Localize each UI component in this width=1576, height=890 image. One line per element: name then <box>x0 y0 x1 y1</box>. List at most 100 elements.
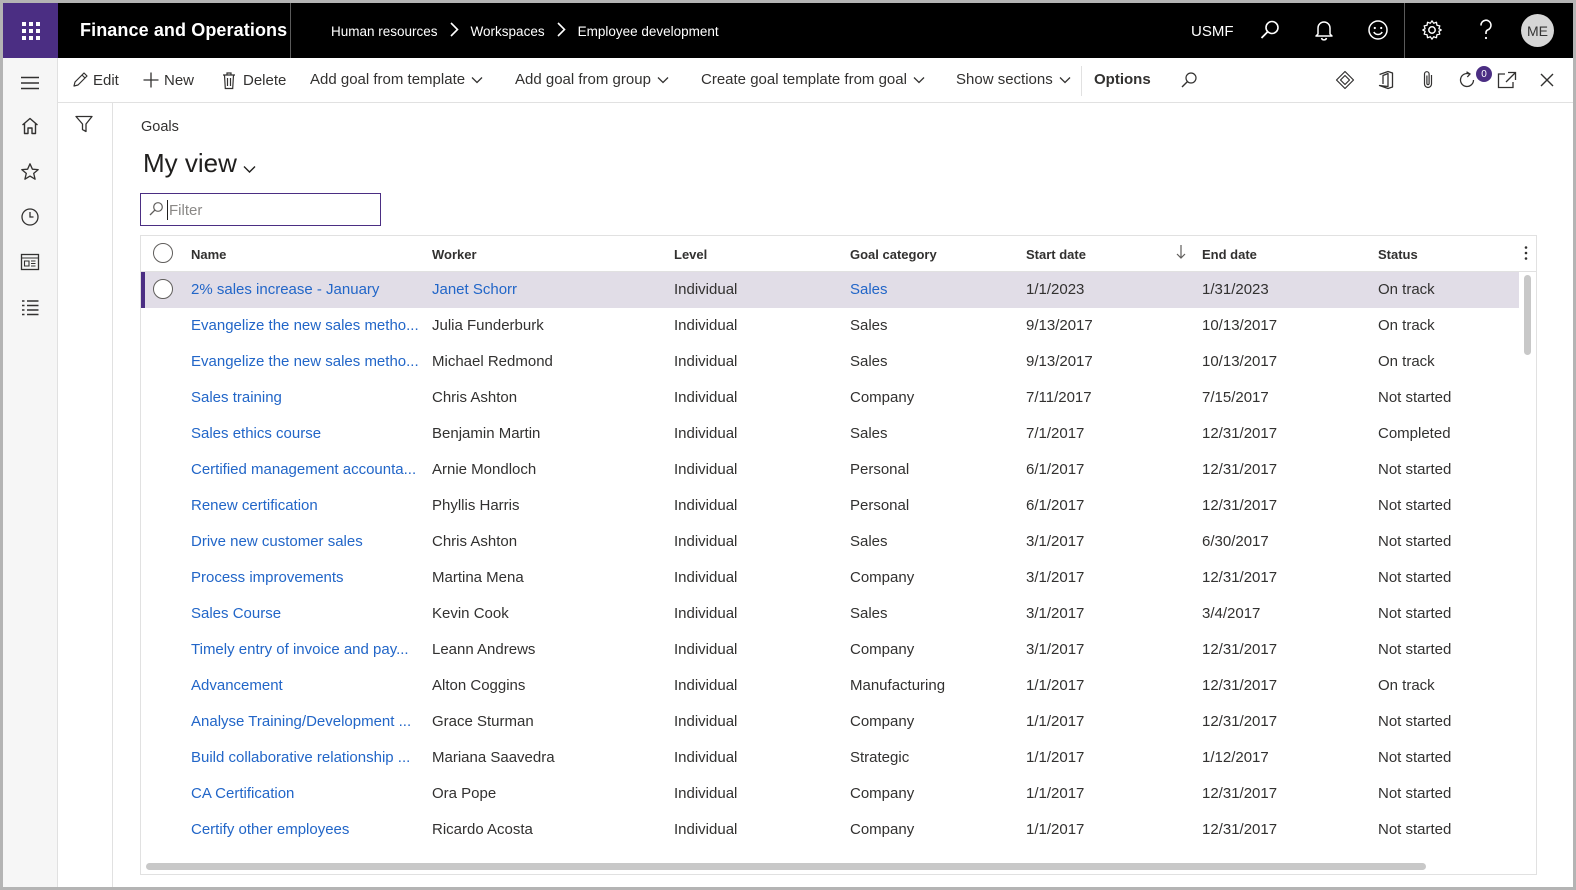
gear-icon[interactable] <box>1419 17 1445 43</box>
column-header-name[interactable]: Name <box>191 247 226 262</box>
popout-icon[interactable] <box>1495 68 1519 92</box>
table-row[interactable]: Evangelize the new sales metho... Michael… <box>141 344 1519 380</box>
bell-icon[interactable] <box>1311 17 1337 43</box>
filter-input[interactable] <box>167 200 367 220</box>
attachment-icon[interactable] <box>1416 68 1440 92</box>
vertical-scrollbar[interactable] <box>1521 272 1535 874</box>
column-header-goal-category[interactable]: Goal category <box>850 247 937 262</box>
table-row[interactable]: Evangelize the new sales metho... Julia F… <box>141 308 1519 344</box>
smiley-icon[interactable] <box>1365 17 1391 43</box>
add-goal-from-group-button[interactable]: Add goal from group <box>515 71 669 88</box>
table-row[interactable]: Analyse Training/Development ... Grace St… <box>141 704 1519 740</box>
table-row[interactable]: Certify other employees Ricardo Acosta Ind… <box>141 812 1519 848</box>
table-row[interactable]: Process improvements Martina Mena Individu… <box>141 560 1519 596</box>
breadcrumb: Human resources Workspaces Employee deve… <box>331 22 719 40</box>
cell-worker: Alton Coggins <box>432 677 526 694</box>
office-icon[interactable] <box>1374 68 1398 92</box>
table-row[interactable]: Certified management accounta... Arnie Mo… <box>141 452 1519 488</box>
column-header-end-date[interactable]: End date <box>1202 247 1257 262</box>
cell-status: Completed <box>1378 425 1451 442</box>
table-row[interactable]: 2% sales increase - January Janet Schorr I… <box>141 272 1519 308</box>
breadcrumb-item-human-resources[interactable]: Human resources <box>331 24 438 39</box>
cell-name[interactable]: Renew certification <box>191 497 423 514</box>
new-button[interactable]: New <box>142 71 194 89</box>
more-options-icon[interactable] <box>1524 245 1528 266</box>
cell-goal-category: Manufacturing <box>850 677 946 694</box>
filter-field[interactable] <box>140 193 381 226</box>
cell-name[interactable]: Analyse Training/Development ... <box>191 713 423 730</box>
page-caption: Goals <box>141 119 179 135</box>
table-row[interactable]: Advancement Alton Coggins Individual Manufa… <box>141 668 1519 704</box>
app-launcher-button[interactable] <box>3 3 58 58</box>
cell-name[interactable]: Build collaborative relationship ... <box>191 749 423 766</box>
close-icon[interactable] <box>1535 68 1559 92</box>
cell-name[interactable]: Sales ethics course <box>191 425 423 442</box>
column-header-worker[interactable]: Worker <box>432 247 477 262</box>
vertical-scrollbar-thumb[interactable] <box>1524 275 1531 355</box>
clock-icon[interactable] <box>18 205 42 229</box>
cell-status: On track <box>1378 677 1435 694</box>
search-icon[interactable] <box>1257 17 1283 43</box>
search-icon <box>148 201 164 222</box>
modules-icon[interactable] <box>18 296 42 320</box>
table-row[interactable]: CA Certification Ora Pope Individual Compan… <box>141 776 1519 812</box>
breadcrumb-item-employee-development[interactable]: Employee development <box>578 24 719 39</box>
select-all-checkbox[interactable] <box>153 243 173 263</box>
edit-button[interactable]: Edit <box>71 71 119 89</box>
cell-name[interactable]: Certified management accounta... <box>191 461 423 478</box>
view-selector[interactable]: My view <box>143 146 256 181</box>
home-icon[interactable] <box>18 114 42 138</box>
cell-name[interactable]: CA Certification <box>191 785 423 802</box>
workspace-icon[interactable] <box>18 250 42 274</box>
delete-button[interactable]: Delete <box>221 71 286 90</box>
cell-name[interactable]: Timely entry of invoice and pay... <box>191 641 423 658</box>
table-row[interactable]: Drive new customer sales Chris Ashton Indi… <box>141 524 1519 560</box>
cell-name[interactable]: 2% sales increase - January <box>191 281 423 298</box>
funnel-icon[interactable] <box>74 114 94 139</box>
cell-start-date: 7/1/2017 <box>1026 425 1085 442</box>
company-picker[interactable]: USMF <box>1191 23 1234 40</box>
refresh-icon[interactable] <box>1455 68 1479 92</box>
cell-name[interactable]: Advancement <box>191 677 423 694</box>
add-goal-from-template-button[interactable]: Add goal from template <box>310 71 483 88</box>
table-row[interactable]: Sales ethics course Benjamin Martin Indivi… <box>141 416 1519 452</box>
cell-worker: Grace Sturman <box>432 713 534 730</box>
column-header-level[interactable]: Level <box>674 247 707 262</box>
trash-icon <box>221 71 237 90</box>
cell-level: Individual <box>674 605 738 622</box>
cell-name[interactable]: Evangelize the new sales metho... <box>191 353 423 370</box>
app-title[interactable]: Finance and Operations <box>80 20 287 41</box>
cell-level: Individual <box>674 641 738 658</box>
avatar[interactable]: ME <box>1521 14 1554 47</box>
cell-name[interactable]: Certify other employees <box>191 821 423 838</box>
cell-name[interactable]: Sales training <box>191 389 423 406</box>
breadcrumb-item-workspaces[interactable]: Workspaces <box>471 24 545 39</box>
create-goal-template-button[interactable]: Create goal template from goal <box>701 71 925 88</box>
column-header-start-date[interactable]: Start date <box>1026 247 1086 262</box>
hamburger-icon[interactable] <box>18 71 42 95</box>
cell-name[interactable]: Evangelize the new sales metho... <box>191 317 423 334</box>
row-select-checkbox[interactable] <box>153 279 173 299</box>
table-row[interactable]: Sales training Chris Ashton Individual Comp… <box>141 380 1519 416</box>
options-tab[interactable]: Options <box>1094 71 1151 88</box>
cell-worker[interactable]: Janet Schorr <box>432 281 667 298</box>
cell-level: Individual <box>674 425 738 442</box>
table-row[interactable]: Renew certification Phyllis Harris Individ… <box>141 488 1519 524</box>
diamond-icon[interactable] <box>1333 68 1357 92</box>
column-header-status[interactable]: Status <box>1378 247 1418 262</box>
cell-status: On track <box>1378 353 1435 370</box>
cell-name[interactable]: Drive new customer sales <box>191 533 423 550</box>
cell-name[interactable]: Process improvements <box>191 569 423 586</box>
search-icon[interactable] <box>1177 68 1201 92</box>
help-icon[interactable] <box>1473 17 1499 43</box>
cell-goal-category[interactable]: Sales <box>850 281 1020 298</box>
table-row[interactable]: Build collaborative relationship ... Mari… <box>141 740 1519 776</box>
horizontal-scrollbar-thumb[interactable] <box>146 863 1426 870</box>
table-row[interactable]: Sales Course Kevin Cook Individual Sales 3/1… <box>141 596 1519 632</box>
star-icon[interactable] <box>18 160 42 184</box>
cell-name[interactable]: Sales Course <box>191 605 423 622</box>
add-goal-from-group-label: Add goal from group <box>515 71 651 88</box>
show-sections-button[interactable]: Show sections <box>956 71 1071 88</box>
table-row[interactable]: Timely entry of invoice and pay... Leann … <box>141 632 1519 668</box>
cell-goal-category: Company <box>850 389 915 406</box>
